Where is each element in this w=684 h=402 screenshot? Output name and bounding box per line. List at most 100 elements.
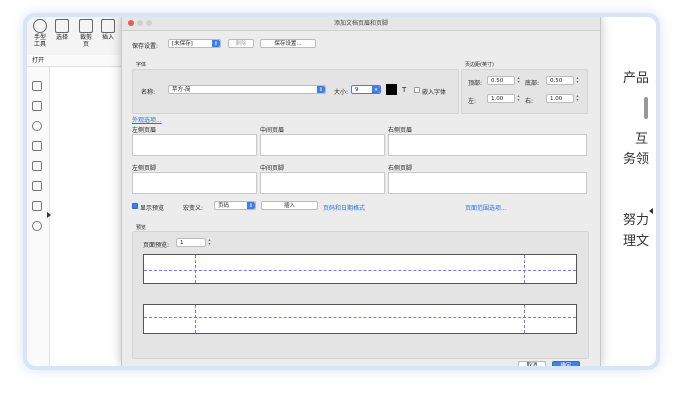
left-header-input[interactable] xyxy=(132,134,257,156)
dialog-titlebar: 添加文档页眉和页脚 xyxy=(122,17,600,31)
preview-page-top xyxy=(143,254,577,284)
select-tool-label: 选择 xyxy=(55,34,68,41)
attachment-icon[interactable] xyxy=(32,161,42,171)
chevron-updown-icon: ⇕ xyxy=(212,40,220,47)
top-margin-label: 顶部: xyxy=(468,80,483,87)
select-tool-button[interactable]: 选择 xyxy=(51,19,73,41)
font-group: 名称: 苹方-简 ⇕ 大小: 9 ▾ T 嵌入字体 xyxy=(132,69,459,114)
bottom-margin-stepper[interactable]: ▴ ▾ xyxy=(575,76,580,85)
page-preview-label: 页面预览: xyxy=(143,242,170,249)
page-preview-stepper[interactable]: ▴ ▾ xyxy=(207,238,212,247)
saved-settings-value: [未保存] xyxy=(172,41,193,47)
insert-icon xyxy=(101,19,115,33)
font-name-label: 名称: xyxy=(141,89,156,96)
embed-font-checkbox[interactable] xyxy=(414,87,420,93)
left-margin-guide xyxy=(195,255,196,283)
ok-button[interactable]: 确定 xyxy=(552,361,580,366)
left-margin-stepper[interactable]: ▴ ▾ xyxy=(516,94,521,103)
bottom-margin-input[interactable]: 0.50 xyxy=(546,76,574,85)
cancel-button[interactable]: 取消 xyxy=(518,361,546,366)
doc-text-line-2: 互 xyxy=(635,132,649,147)
footer-margin-guide xyxy=(144,317,576,318)
right-margin-input[interactable]: 1.00 xyxy=(546,94,574,103)
crop-page-button[interactable]: 裁剪 页 xyxy=(75,19,97,48)
top-margin-input[interactable]: 0.50 xyxy=(487,76,515,85)
header-margin-guide xyxy=(144,270,576,271)
saved-settings-select[interactable]: [未保存] ⇕ xyxy=(168,39,221,48)
header-footer-dialog: 添加文档页眉和页脚 保存设置: [未保存] ⇕ 删除 保存设置... 字体 名称… xyxy=(121,17,601,366)
preview-page-bottom xyxy=(143,304,577,334)
font-name-select[interactable]: 苹方-简 ⇕ xyxy=(168,85,326,94)
right-header-label: 右侧页眉 xyxy=(388,127,413,134)
vertical-scrollbar[interactable] xyxy=(644,97,648,119)
bottom-margin-label: 底部: xyxy=(525,80,540,87)
text-type-icon[interactable]: T xyxy=(402,86,406,94)
show-preview-checkbox[interactable] xyxy=(132,203,138,209)
page-range-options-link[interactable]: 页面范围选项... xyxy=(465,203,507,212)
right-margin-stepper[interactable]: ▴ ▾ xyxy=(575,94,580,103)
hand-icon xyxy=(33,19,47,33)
dialog-title: 添加文档页眉和页脚 xyxy=(333,20,388,27)
doc-text-line-5: 理文 xyxy=(623,234,650,249)
text-color-swatch[interactable] xyxy=(386,84,397,95)
crop-icon xyxy=(79,19,93,33)
chevron-updown-icon: ⇕ xyxy=(317,86,325,93)
save-settings-button[interactable]: 保存设置... xyxy=(260,39,316,48)
macro-value: 页码 xyxy=(218,203,230,209)
center-footer-input[interactable] xyxy=(260,172,385,194)
page-preview-input[interactable]: 1 xyxy=(176,238,206,247)
chevron-updown-icon: ⇕ xyxy=(247,202,255,209)
collapse-sidebar-icon[interactable] xyxy=(47,212,51,218)
layers-icon[interactable] xyxy=(32,141,42,151)
signature-icon[interactable] xyxy=(32,221,42,231)
left-footer-input[interactable] xyxy=(132,172,257,194)
show-preview-label: 显示预览 xyxy=(140,205,165,212)
macro-select[interactable]: 页码 ⇕ xyxy=(214,201,256,210)
hand-tool-label: 手型 工具 xyxy=(33,34,46,48)
insert-button[interactable]: 插入 xyxy=(97,19,119,41)
insert-tool-label: 插入 xyxy=(101,34,114,41)
security-icon[interactable] xyxy=(32,181,42,191)
center-header-input[interactable] xyxy=(260,134,385,156)
margin-group: 顶部: 0.50 ▴ ▾ 底部: 0.50 ▴ ▾ 左: 1.00 ▴ ▾ 右: 1.… xyxy=(461,69,588,114)
embed-font-label: 嵌入字体 xyxy=(422,89,447,96)
left-header-label: 左侧页眉 xyxy=(132,127,157,134)
doc-text-line-3: 务领 xyxy=(623,152,650,167)
delete-settings-button[interactable]: 删除 xyxy=(228,39,254,48)
right-footer-input[interactable] xyxy=(388,172,587,194)
chevron-down-icon: ▾ xyxy=(372,86,380,93)
font-size-label: 大小: xyxy=(334,89,349,96)
right-margin-label: 右: xyxy=(525,98,534,105)
window-frame: 手型 工具 选择 裁剪 页 插入 打开 产品 互 务领 努力 理文 添加文档页眉… xyxy=(23,13,660,370)
hand-tool-button[interactable]: 手型 工具 xyxy=(29,19,51,48)
comment-icon[interactable] xyxy=(32,121,42,131)
appearance-options-link[interactable]: 外观选项... xyxy=(132,115,162,124)
top-margin-stepper[interactable]: ▴ ▾ xyxy=(516,76,521,85)
left-margin-input[interactable]: 1.00 xyxy=(487,94,515,103)
left-margin-label: 左: xyxy=(468,98,477,105)
font-size-combo[interactable]: 9 ▾ xyxy=(351,85,381,94)
bookmark-icon[interactable] xyxy=(32,81,42,91)
insert-macro-button[interactable]: 插入 xyxy=(261,201,318,210)
page-date-format-link[interactable]: 页码和日期格式 xyxy=(323,203,365,212)
expand-panel-icon[interactable] xyxy=(649,208,653,214)
margin-section-label: 页边距(英寸) xyxy=(465,62,494,68)
font-size-value: 9 xyxy=(355,87,359,93)
center-footer-label: 中间页脚 xyxy=(260,165,285,172)
crop-page-label: 裁剪 页 xyxy=(79,34,92,48)
export-icon[interactable] xyxy=(32,201,42,211)
font-section-label: 字体 xyxy=(136,62,147,68)
saved-settings-label: 保存设置: xyxy=(132,43,159,50)
right-header-input[interactable] xyxy=(388,134,587,156)
open-menu[interactable]: 打开 xyxy=(27,55,125,67)
left-footer-label: 左侧页脚 xyxy=(132,165,157,172)
right-margin-guide xyxy=(524,255,525,283)
preview-group: 页面预览: 1 ▴ ▾ xyxy=(132,231,589,359)
right-margin-guide xyxy=(524,305,525,333)
font-name-value: 苹方-简 xyxy=(172,87,191,93)
left-margin-guide xyxy=(195,305,196,333)
cursor-icon xyxy=(55,19,69,33)
macro-label: 宏变义: xyxy=(183,205,204,212)
pages-icon[interactable] xyxy=(32,101,42,111)
doc-text-line-1: 产品 xyxy=(623,71,650,86)
